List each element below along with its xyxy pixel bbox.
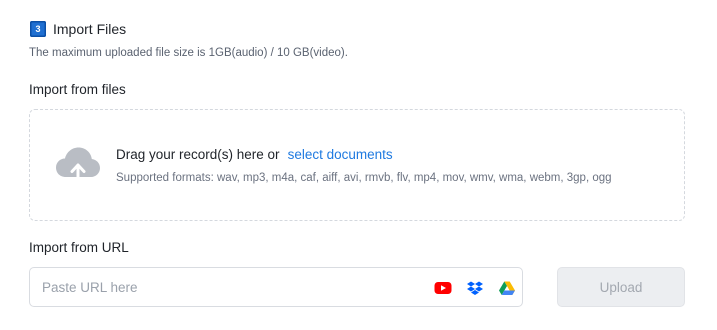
dropzone-instruction: Drag your record(s) here or select docum…	[116, 147, 393, 162]
cloud-upload-icon	[56, 147, 100, 184]
file-dropzone[interactable]: Drag your record(s) here or select docum…	[29, 109, 685, 221]
google-drive-icon	[498, 279, 516, 297]
section-title: Import Files	[53, 21, 127, 37]
file-size-hint: The maximum uploaded file size is 1GB(au…	[29, 47, 348, 59]
select-documents-link[interactable]: select documents	[288, 147, 393, 162]
import-files-panel: 3 Import Files The maximum uploaded file…	[0, 0, 717, 330]
section-header: 3 Import Files	[30, 21, 126, 37]
supported-formats-text: Supported formats: wav, mp3, m4a, caf, a…	[116, 172, 612, 184]
dropbox-icon	[466, 279, 484, 297]
step-number-badge: 3	[30, 21, 46, 37]
import-from-url-label: Import from URL	[29, 240, 129, 255]
upload-button[interactable]: Upload	[557, 267, 685, 307]
drag-text: Drag your record(s) here or	[116, 147, 280, 162]
import-from-files-label: Import from files	[29, 82, 126, 97]
url-input[interactable]	[31, 269, 421, 305]
url-input-container	[29, 267, 523, 307]
youtube-icon	[434, 279, 452, 297]
